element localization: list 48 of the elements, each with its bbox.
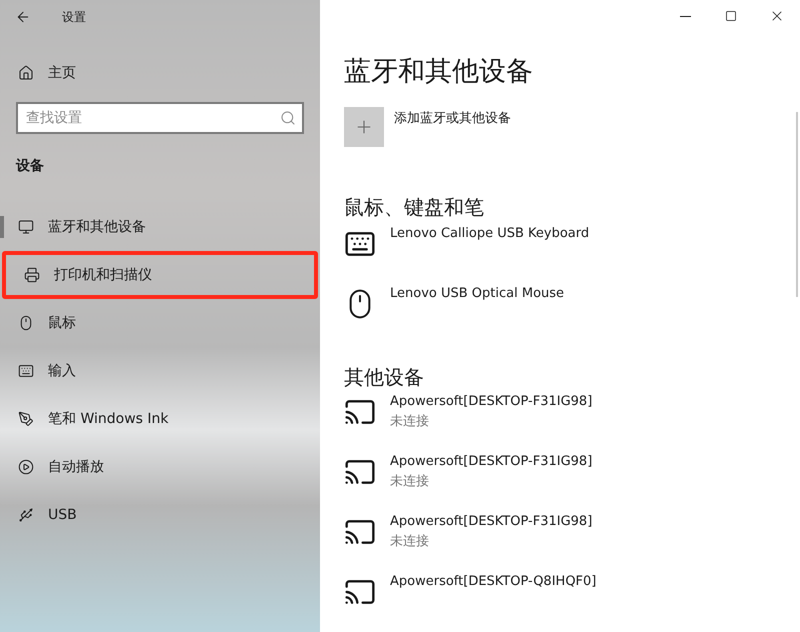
nav-item[interactable]: 自动播放 (0, 443, 320, 491)
maximize-icon (725, 10, 737, 22)
nav-label: 蓝牙和其他设备 (48, 218, 146, 236)
home-link[interactable]: 主页 (0, 55, 320, 91)
device-name: Lenovo USB Optical Mouse (390, 285, 564, 303)
scrollbar[interactable] (796, 112, 798, 297)
usb-icon (18, 507, 34, 523)
nav-label: 打印机和扫描仪 (54, 266, 152, 284)
device-name: Apowersoft[DESKTOP-Q8IHQF0] (390, 573, 596, 591)
device-name: Apowersoft[DESKTOP-F31IG98] (390, 393, 592, 411)
section-heading: 其他设备 (344, 364, 425, 391)
device-item[interactable]: Apowersoft[DESKTOP-F31IG98] 未连接 (344, 511, 800, 571)
home-icon (18, 65, 34, 81)
section-heading: 设备 (16, 157, 45, 176)
mouse-icon (18, 315, 34, 331)
nav-label: 自动播放 (48, 458, 104, 476)
device-status: 未连接 (390, 473, 430, 491)
nav-item[interactable]: USB (0, 491, 320, 539)
nav-item[interactable]: 笔和 Windows Ink (0, 395, 320, 443)
keyboard-icon (18, 363, 34, 379)
device-status: 未连接 (390, 533, 430, 551)
selection-indicator (0, 216, 4, 238)
device-item[interactable]: Lenovo Calliope USB Keyboard (344, 221, 800, 281)
device-name: Apowersoft[DESKTOP-F31IG98] (390, 453, 592, 471)
nav-item[interactable]: 鼠标 (0, 299, 320, 347)
device-status: 未连接 (390, 413, 430, 431)
nav-item[interactable]: 输入 (0, 347, 320, 395)
device-item[interactable]: Apowersoft[DESKTOP-F31IG98] 未连接 (344, 391, 800, 451)
nav-label: 鼠标 (48, 314, 76, 332)
nav-label: 输入 (48, 362, 76, 380)
nav-item[interactable]: 蓝牙和其他设备 (0, 203, 320, 251)
device-item[interactable]: Apowersoft[DESKTOP-Q8IHQF0] (344, 571, 800, 631)
play-circle-icon (18, 459, 34, 475)
pen-icon (18, 411, 34, 427)
page-title: 蓝牙和其他设备 (344, 55, 534, 89)
device-name: Apowersoft[DESKTOP-F31IG98] (390, 513, 592, 531)
printer-icon (24, 267, 40, 283)
window-title: 设置 (62, 9, 86, 26)
add-device-button[interactable]: 添加蓝牙或其他设备 (344, 107, 800, 147)
device-name: Lenovo Calliope USB Keyboard (390, 225, 590, 243)
nav-label: 笔和 Windows Ink (48, 410, 169, 428)
device-item[interactable]: Lenovo USB Optical Mouse (344, 281, 800, 341)
section-heading: 鼠标、键盘和笔 (344, 194, 485, 221)
nav-label: USB (48, 506, 77, 524)
search-field[interactable]: 查找设置 (16, 102, 304, 134)
nav-item[interactable]: 打印机和扫描仪 (2, 251, 318, 299)
search-icon (280, 110, 296, 126)
device-item[interactable]: Apowersoft[DESKTOP-F31IG98] 未连接 (344, 451, 800, 511)
